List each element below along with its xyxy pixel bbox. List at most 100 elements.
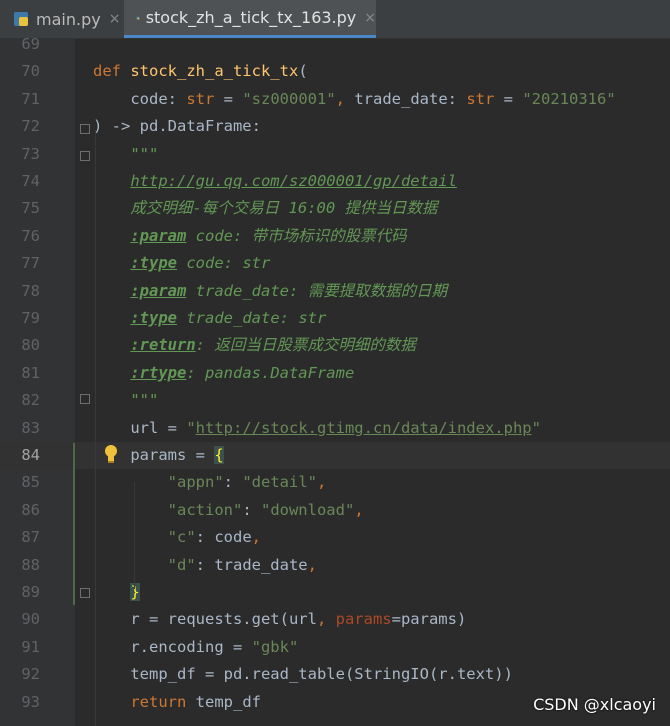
code-token: trade_date: xyxy=(345,89,467,108)
code-token: : code xyxy=(195,528,252,547)
code-token: "20210316" xyxy=(522,89,616,108)
code-line[interactable]: 70 def stock_zh_a_tick_tx( xyxy=(0,58,670,85)
code-token: code: 带市场标识的股票代码 xyxy=(186,226,407,245)
tab-label: main.py xyxy=(36,9,101,29)
line-number: 72 xyxy=(21,117,40,136)
code-text: temp_df = pd.read_table(StringIO(r.text)… xyxy=(93,661,513,688)
fold-marker-icon[interactable] xyxy=(80,151,90,161)
code-line[interactable]: 89 } xyxy=(0,579,670,606)
code-editor[interactable]: 93 return temp_df 92 temp_df = pd.read_ta… xyxy=(0,35,670,726)
code-text: "appn": "detail", xyxy=(93,469,327,496)
code-line[interactable]: 91 r.encoding = "gbk" xyxy=(0,634,670,661)
code-token: code: str xyxy=(177,254,271,273)
code-token: } xyxy=(130,583,140,601)
code-token: , xyxy=(251,528,261,547)
code-token: : pandas.DataFrame xyxy=(186,363,355,382)
close-tab-icon[interactable]: × xyxy=(109,11,121,27)
code-line[interactable]: 73 """ xyxy=(0,141,670,168)
code-line[interactable]: 92 temp_df = pd.read_table(StringIO(r.te… xyxy=(0,661,670,688)
fold-marker-icon[interactable] xyxy=(80,588,90,598)
code-token: "appn" xyxy=(167,473,224,492)
line-number: 81 xyxy=(21,363,40,382)
code-line[interactable]: 87 "c": code, xyxy=(0,524,670,551)
watermark: CSDN @xlcaoyi xyxy=(533,695,656,714)
code-line[interactable]: 77 :type code: str xyxy=(0,250,670,277)
line-number: 89 xyxy=(21,583,40,601)
code-token: str xyxy=(466,89,495,108)
line-number: 88 xyxy=(21,555,40,574)
code-token: :param xyxy=(130,226,187,245)
code-token: trade_date: str xyxy=(177,309,327,327)
code-token: , xyxy=(335,89,345,108)
code-token: ) -> pd.DataFrame: xyxy=(93,117,261,136)
line-number: 92 xyxy=(21,665,40,684)
code-line[interactable]: 82 """ xyxy=(0,387,670,414)
code-line[interactable]: 80 :return: 返回当日股票成交明细的数据 xyxy=(0,332,670,359)
code-token: :type xyxy=(130,309,177,327)
code-token: : xyxy=(223,473,243,492)
code-line[interactable]: 71 code: str = "sz000001", trade_date: s… xyxy=(0,86,670,113)
code-line[interactable]: 72 ) -> pd.DataFrame: xyxy=(0,113,670,140)
code-line[interactable]: 75 成交明细-每个交易日 16:00 提供当日数据 xyxy=(0,195,670,222)
code-token: :param xyxy=(130,281,187,300)
indent-guide xyxy=(95,130,96,726)
code-token: " xyxy=(186,418,196,437)
lightbulb-icon[interactable] xyxy=(103,444,119,464)
code-token: str xyxy=(186,89,215,108)
code-line[interactable]: 88 "d": trade_date, xyxy=(0,552,670,579)
code-line[interactable]: 76 :param code: 带市场标识的股票代码 xyxy=(0,223,670,250)
code-token: params xyxy=(335,610,392,629)
code-text: "d": trade_date, xyxy=(93,552,317,579)
fold-marker-icon[interactable] xyxy=(80,394,90,404)
line-number: 86 xyxy=(21,500,40,519)
code-token: "d" xyxy=(167,555,196,574)
line-number: 77 xyxy=(21,254,40,273)
code-line[interactable]: 86 "action": "download", xyxy=(0,497,670,524)
code-text: } xyxy=(93,579,140,606)
code-line[interactable]: 79 :type trade_date: str xyxy=(0,305,670,332)
close-tab-icon[interactable]: × xyxy=(364,10,376,26)
code-line[interactable]: 81 :rtype: pandas.DataFrame xyxy=(0,360,670,387)
code-text: code: str = "sz000001", trade_date: str … xyxy=(93,86,616,113)
code-text: r.encoding = "gbk" xyxy=(93,634,298,661)
code-line[interactable]: 85 "appn": "detail", xyxy=(0,469,670,496)
code-token: , xyxy=(316,473,327,492)
line-number: 84 xyxy=(21,446,40,464)
code-line[interactable]: 69 xyxy=(0,31,670,58)
line-number: 83 xyxy=(21,418,40,437)
code-line[interactable]: 78 :param trade_date: 需要提取数据的日期 xyxy=(0,278,670,305)
line-number: 78 xyxy=(21,281,40,300)
code-token: : xyxy=(242,500,261,519)
code-token: "action" xyxy=(167,500,243,519)
python-file-icon xyxy=(136,16,140,19)
code-token: : trade_date xyxy=(195,555,308,574)
code-token: " xyxy=(531,418,541,437)
code-line[interactable]: 74 http://gu.qq.com/sz000001/gp/detail xyxy=(0,168,670,195)
code-token: "detail" xyxy=(242,473,317,492)
code-text: url = "http://stock.gtimg.cn/data/index.… xyxy=(93,415,541,442)
code-token: r.encoding = xyxy=(93,637,252,656)
code-token: "download" xyxy=(260,500,355,519)
code-text: ) -> pd.DataFrame: xyxy=(93,113,261,140)
code-line[interactable]: 84 params = { xyxy=(0,442,670,469)
code-text: "c": code, xyxy=(93,524,261,551)
line-number: 71 xyxy=(21,89,40,108)
code-text: :type trade_date: str xyxy=(93,305,326,332)
code-token: :type xyxy=(130,254,177,273)
code-token: url = xyxy=(93,418,187,437)
line-number: 76 xyxy=(21,226,40,245)
code-token: stock_zh_a_tick_tx xyxy=(130,62,299,81)
code-line[interactable]: 90 r = requests.get(url, params=params) xyxy=(0,606,670,633)
fold-marker-icon[interactable] xyxy=(80,124,90,134)
code-line[interactable]: 83 url = "http://stock.gtimg.cn/data/ind… xyxy=(0,415,670,442)
line-number: 90 xyxy=(21,610,40,629)
code-text: """ xyxy=(93,387,158,414)
code-token: , xyxy=(307,555,317,574)
